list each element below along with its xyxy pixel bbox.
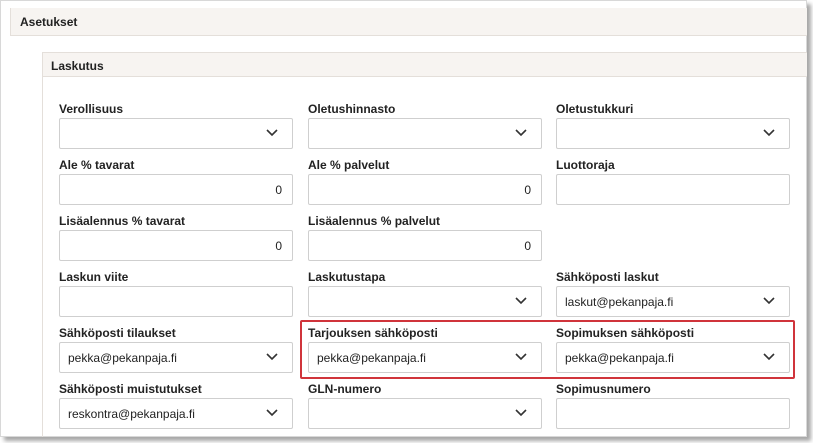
chevron-down-icon	[266, 353, 278, 361]
field-tarjouksen-sahkoposti: Tarjouksen sähköposti pekka@pekanpaja.fi	[308, 326, 542, 373]
sahkoposti-tilaukset-select[interactable]: pekka@pekanpaja.fi	[59, 342, 293, 373]
ale-tavarat-input[interactable]: 0	[59, 174, 293, 205]
field-sahkoposti-laskut: Sähköposti laskut laskut@pekanpaja.fi	[556, 270, 790, 317]
oletushinnasto-select[interactable]	[308, 118, 542, 149]
field-label: Sopimuksen sähköposti	[556, 326, 695, 340]
luottoraja-input[interactable]	[556, 174, 790, 205]
select-value: pekka@pekanpaja.fi	[68, 351, 177, 365]
chevron-down-icon	[266, 129, 278, 137]
section-title: Laskutus	[43, 53, 807, 77]
lisaalennus-tavarat-input[interactable]: 0	[59, 230, 293, 261]
oletustukkuri-select[interactable]	[556, 118, 790, 149]
laskun-viite-input[interactable]	[59, 286, 293, 317]
field-label: Oletustukkuri	[556, 102, 634, 116]
chevron-down-icon	[763, 297, 775, 305]
field-label: Verollisuus	[59, 102, 124, 116]
select-value: reskontra@pekanpaja.fi	[68, 407, 195, 421]
field-sahkoposti-tilaukset: Sähköposti tilaukset pekka@pekanpaja.fi	[59, 326, 293, 373]
field-oletushinnasto: Oletushinnasto	[308, 102, 542, 149]
input-value: 0	[275, 183, 282, 197]
input-value: 0	[275, 239, 282, 253]
field-label: Sähköposti muistutukset	[59, 382, 202, 396]
chevron-down-icon	[266, 409, 278, 417]
field-label: Lisäalennus % tavarat	[59, 214, 186, 228]
field-sopimusnumero: Sopimusnumero	[556, 382, 790, 429]
field-label: Oletushinnasto	[308, 102, 396, 116]
field-sahkoposti-muistutukset: Sähköposti muistutukset reskontra@pekanp…	[59, 382, 293, 429]
sahkoposti-muistutukset-select[interactable]: reskontra@pekanpaja.fi	[59, 398, 293, 429]
field-label: GLN-numero	[308, 382, 382, 396]
field-label: Tarjouksen sähköposti	[308, 326, 438, 340]
field-laskun-viite: Laskun viite	[59, 270, 293, 317]
ale-palvelut-input[interactable]: 0	[308, 174, 542, 205]
chevron-down-icon	[763, 129, 775, 137]
field-label: Luottoraja	[556, 158, 615, 172]
field-label: Laskun viite	[59, 270, 129, 284]
select-value: laskut@pekanpaja.fi	[565, 295, 674, 309]
sopimusnumero-input[interactable]	[556, 398, 790, 429]
field-gln-numero: GLN-numero	[308, 382, 542, 429]
chevron-down-icon	[515, 409, 527, 417]
chevron-down-icon	[763, 353, 775, 361]
input-value: 0	[524, 239, 531, 253]
field-laskutustapa: Laskutustapa	[308, 270, 542, 317]
field-label: Sopimusnumero	[556, 382, 651, 396]
select-value: pekka@pekanpaja.fi	[317, 351, 426, 365]
gln-numero-select[interactable]	[308, 398, 542, 429]
tarjouksen-sahkoposti-select[interactable]: pekka@pekanpaja.fi	[308, 342, 542, 373]
field-verollisuus: Verollisuus	[59, 102, 293, 149]
field-lisaalennus-palvelut: Lisäalennus % palvelut 0	[308, 214, 542, 261]
field-sopimuksen-sahkoposti: Sopimuksen sähköposti pekka@pekanpaja.fi	[556, 326, 790, 373]
select-value: pekka@pekanpaja.fi	[565, 351, 674, 365]
sopimuksen-sahkoposti-select[interactable]: pekka@pekanpaja.fi	[556, 342, 790, 373]
field-luottoraja: Luottoraja	[556, 158, 790, 205]
input-value: 0	[524, 183, 531, 197]
field-label: Laskutustapa	[308, 270, 386, 284]
laskutustapa-select[interactable]	[308, 286, 542, 317]
field-lisaalennus-tavarat: Lisäalennus % tavarat 0	[59, 214, 293, 261]
field-label: Ale % tavarat	[59, 158, 135, 172]
field-label: Sähköposti tilaukset	[59, 326, 176, 340]
chevron-down-icon	[515, 297, 527, 305]
field-ale-tavarat: Ale % tavarat 0	[59, 158, 293, 205]
field-oletustukkuri: Oletustukkuri	[556, 102, 790, 149]
chevron-down-icon	[515, 129, 527, 137]
verollisuus-select[interactable]	[59, 118, 293, 149]
panel-title: Asetukset	[10, 8, 807, 36]
field-label: Sähköposti laskut	[556, 270, 659, 284]
sahkoposti-laskut-select[interactable]: laskut@pekanpaja.fi	[556, 286, 790, 317]
lisaalennus-palvelut-input[interactable]: 0	[308, 230, 542, 261]
chevron-down-icon	[515, 353, 527, 361]
field-label: Lisäalennus % palvelut	[308, 214, 441, 228]
field-label: Ale % palvelut	[308, 158, 390, 172]
field-ale-palvelut: Ale % palvelut 0	[308, 158, 542, 205]
